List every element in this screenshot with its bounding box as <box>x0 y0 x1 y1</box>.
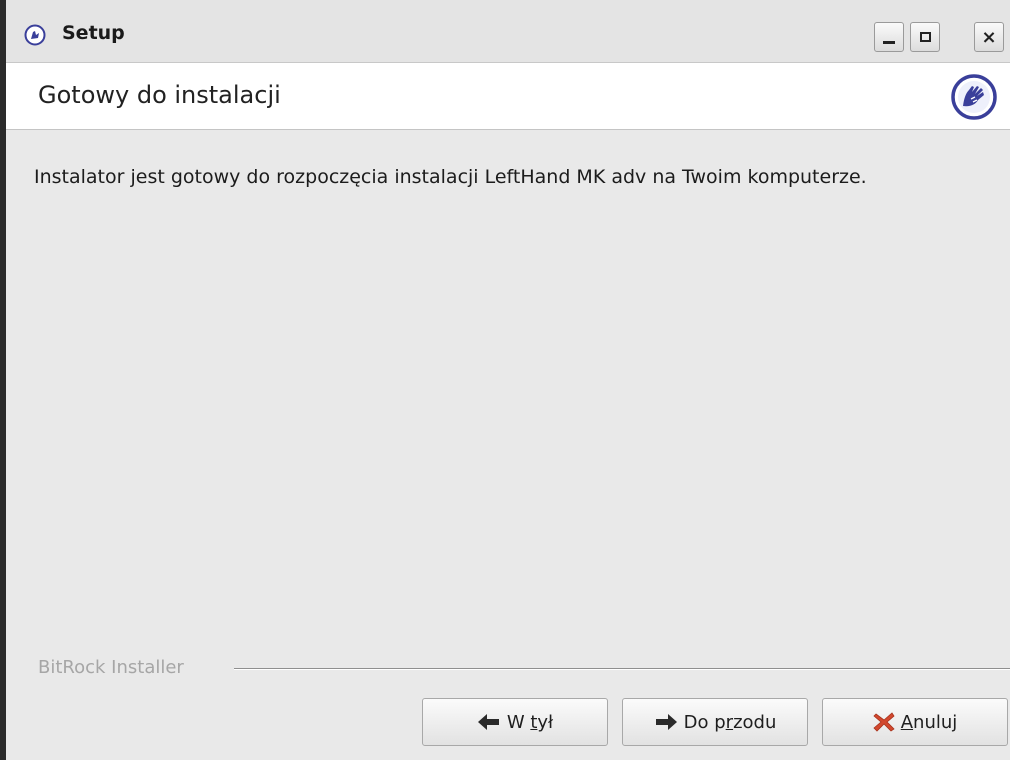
close-icon: × <box>981 26 997 48</box>
footer-divider <box>234 668 1010 670</box>
app-logo-icon <box>24 24 46 46</box>
setup-window: Setup × Gotowy do instalacji Instalator … <box>0 0 1010 760</box>
back-button[interactable]: W tył <box>422 698 608 746</box>
minimize-button[interactable] <box>874 22 904 52</box>
page-title: Gotowy do instalacji <box>38 81 281 109</box>
close-button[interactable]: × <box>974 22 1004 52</box>
arrow-right-icon <box>654 713 678 731</box>
cancel-x-icon <box>873 712 895 732</box>
next-button[interactable]: Do przodu <box>622 698 808 746</box>
ready-message: Instalator jest gotowy do rozpoczęcia in… <box>34 166 867 188</box>
window-title: Setup <box>62 22 125 44</box>
title-bar[interactable]: Setup × <box>6 0 1010 63</box>
minimize-icon <box>883 40 895 44</box>
bitrock-hand-logo-icon <box>950 73 998 121</box>
maximize-icon <box>919 32 931 42</box>
arrow-left-icon <box>477 713 501 731</box>
maximize-button[interactable] <box>910 22 940 52</box>
next-button-label: Do przodu <box>683 711 777 733</box>
page-header: Gotowy do instalacji <box>6 63 1010 130</box>
back-button-label: W tył <box>506 711 554 733</box>
cancel-button-label: Anuluj <box>900 711 958 733</box>
cancel-button[interactable]: Anuluj <box>822 698 1008 746</box>
installer-brand-label: BitRock Installer <box>38 657 184 678</box>
